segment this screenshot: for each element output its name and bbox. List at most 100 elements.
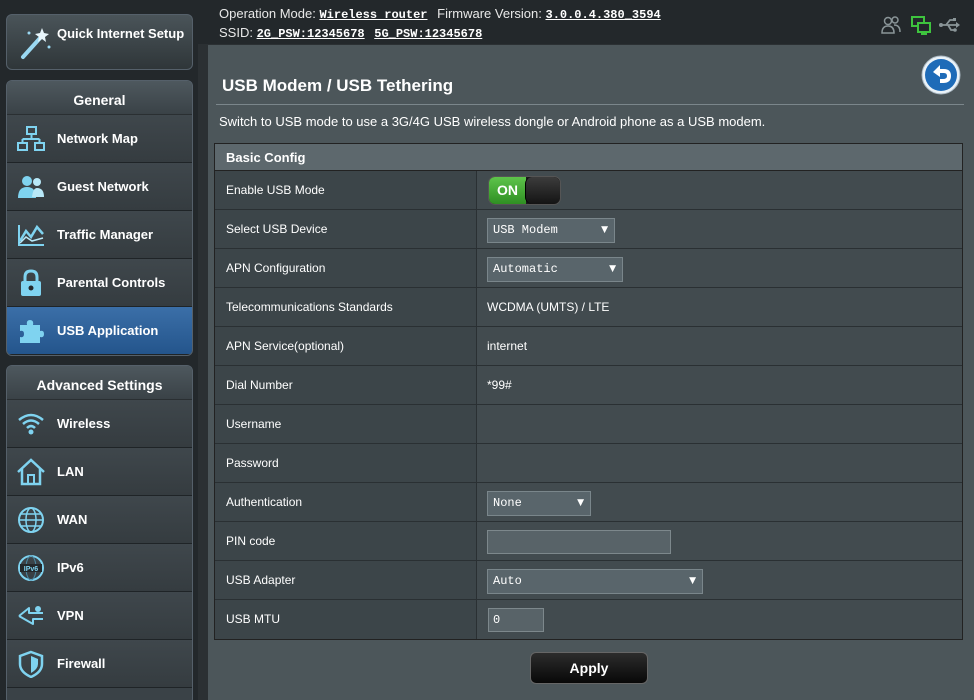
telecom-standards-label: Telecommunications Standards	[215, 288, 477, 326]
home-icon	[17, 458, 45, 486]
pin-code-label: PIN code	[215, 522, 477, 560]
usb-mtu-input[interactable]: 0	[488, 608, 544, 632]
title-divider	[216, 104, 964, 105]
apn-service-value: internet	[487, 339, 528, 353]
wifi-icon	[18, 413, 44, 435]
usb-adapter-select[interactable]: Auto ▼	[487, 569, 703, 594]
operation-mode-link[interactable]: Wireless router	[319, 8, 427, 22]
table-row: Authentication None ▼	[215, 483, 962, 522]
sidebar: Quick Internet Setup General Network Map…	[0, 0, 198, 700]
magic-wand-icon	[21, 28, 51, 59]
sidebar-item-lan[interactable]: LAN	[7, 448, 192, 496]
page-description: Switch to USB mode to use a 3G/4G USB wi…	[219, 114, 766, 129]
usb-adapter-selected-value: Auto	[493, 574, 522, 588]
sidebar-item-label: Wireless	[57, 416, 111, 431]
table-row: USB Adapter Auto ▼	[215, 561, 962, 600]
table-row: APN Configuration Automatic ▼	[215, 249, 962, 288]
operation-mode-line: Operation Mode: Wireless router Firmware…	[219, 6, 667, 22]
table-row: Select USB Device USB Modem ▼	[215, 210, 962, 249]
sidebar-item-guest-network[interactable]: Guest Network	[7, 163, 192, 211]
quick-internet-setup-button[interactable]: Quick Internet Setup	[6, 14, 193, 70]
sidebar-item-parental-controls[interactable]: Parental Controls	[7, 259, 192, 307]
page-title: USB Modem / USB Tethering	[222, 76, 454, 95]
table-row: USB MTU 0	[215, 600, 962, 639]
quick-internet-setup-label: Quick Internet Setup	[57, 26, 185, 41]
enable-usb-mode-toggle[interactable]: ON	[488, 176, 561, 205]
ssid-2g-link[interactable]: 2G_PSW:12345678	[257, 27, 365, 41]
dropdown-arrow-icon: ▼	[601, 225, 608, 235]
apn-configuration-label: APN Configuration	[215, 249, 477, 287]
operation-mode-label: Operation Mode:	[219, 6, 316, 21]
sidebar-item-network-map[interactable]: Network Map	[7, 115, 192, 163]
authentication-selected-value: None	[493, 496, 522, 510]
ssid-5g-link[interactable]: 5G_PSW:12345678	[374, 27, 482, 41]
general-header: General	[7, 81, 192, 115]
sidebar-item-wireless[interactable]: Wireless	[7, 400, 192, 448]
sidebar-item-ipv6[interactable]: IPv6 IPv6	[7, 544, 192, 592]
network-map-icon	[17, 126, 45, 151]
enable-usb-mode-label: Enable USB Mode	[215, 171, 477, 209]
pin-code-input[interactable]	[487, 530, 671, 554]
dropdown-arrow-icon: ▼	[689, 576, 696, 586]
svg-text:IPv6: IPv6	[24, 566, 39, 573]
dropdown-arrow-icon: ▼	[609, 264, 616, 274]
sidebar-item-usb-application[interactable]: USB Application	[7, 307, 192, 355]
usb-adapter-label: USB Adapter	[215, 561, 477, 599]
traffic-manager-icon	[18, 224, 44, 246]
sidebar-item-vpn[interactable]: VPN	[7, 592, 192, 640]
select-usb-device-label: Select USB Device	[215, 210, 477, 248]
usb-device-select[interactable]: USB Modem ▼	[487, 218, 615, 243]
guest-network-icon	[18, 176, 44, 198]
sidebar-item-label: LAN	[57, 464, 84, 479]
basic-config-table: Basic Config Enable USB Mode ON Select U…	[214, 143, 963, 640]
advanced-settings-header: Advanced Settings	[7, 366, 192, 400]
sidebar-item-label: Parental Controls	[57, 275, 166, 290]
sidebar-item-traffic-manager[interactable]: Traffic Manager	[7, 211, 192, 259]
apn-configuration-selected-value: Automatic	[493, 262, 558, 276]
ssid-label: SSID:	[219, 25, 253, 40]
table-row: Password	[215, 444, 962, 483]
sidebar-item-label: USB Application	[57, 323, 159, 338]
status-icons	[880, 14, 960, 36]
table-row: APN Service(optional) internet	[215, 327, 962, 366]
sidebar-item-label: Firewall	[57, 656, 106, 671]
telecom-standards-value: WCDMA (UMTS) / LTE	[487, 300, 610, 314]
username-label: Username	[215, 405, 477, 443]
password-label: Password	[215, 444, 477, 482]
apply-button[interactable]: Apply	[530, 652, 648, 684]
apn-configuration-select[interactable]: Automatic ▼	[487, 257, 623, 282]
back-button[interactable]	[921, 55, 961, 95]
ipv6-icon: IPv6	[18, 555, 44, 581]
basic-config-header: Basic Config	[215, 144, 962, 171]
table-row: Enable USB Mode ON	[215, 171, 962, 210]
toggle-knob	[525, 177, 560, 204]
vpn-icon	[18, 606, 43, 625]
sidebar-item-label: Guest Network	[57, 179, 149, 194]
general-menu: General Network Map Guest Network Traffi…	[6, 80, 193, 356]
firmware-label: Firmware Version:	[437, 6, 542, 21]
clients-icon[interactable]	[880, 14, 902, 36]
authentication-select[interactable]: None ▼	[487, 491, 591, 516]
authentication-label: Authentication	[215, 483, 477, 521]
table-row: PIN code	[215, 522, 962, 561]
globe-icon	[18, 507, 44, 533]
advanced-settings-menu: Advanced Settings Wireless LAN WAN IPv6 …	[6, 365, 193, 700]
sidebar-item-label: VPN	[57, 608, 84, 623]
sidebar-item-firewall[interactable]: Firewall	[7, 640, 192, 688]
table-row: Dial Number *99#	[215, 366, 962, 405]
sidebar-item-label: WAN	[57, 512, 88, 527]
usb-icon[interactable]	[938, 14, 960, 36]
network-status-icon[interactable]	[910, 14, 932, 36]
table-row: Username	[215, 405, 962, 444]
dial-number-value: *99#	[487, 378, 512, 392]
sidebar-item-wan[interactable]: WAN	[7, 496, 192, 544]
shield-icon	[18, 650, 44, 678]
apn-service-label: APN Service(optional)	[215, 327, 477, 365]
ssid-line: SSID: 2G_PSW:12345678 5G_PSW:12345678	[219, 25, 488, 41]
main-content: USB Modem / USB Tethering Switch to USB …	[208, 45, 974, 700]
dropdown-arrow-icon: ▼	[577, 498, 584, 508]
usb-device-selected-value: USB Modem	[493, 223, 558, 237]
sidebar-item-label: Network Map	[57, 131, 138, 146]
firmware-version-link[interactable]: 3.0.0.4.380_3594	[546, 8, 661, 22]
sidebar-item-label: Traffic Manager	[57, 227, 154, 242]
